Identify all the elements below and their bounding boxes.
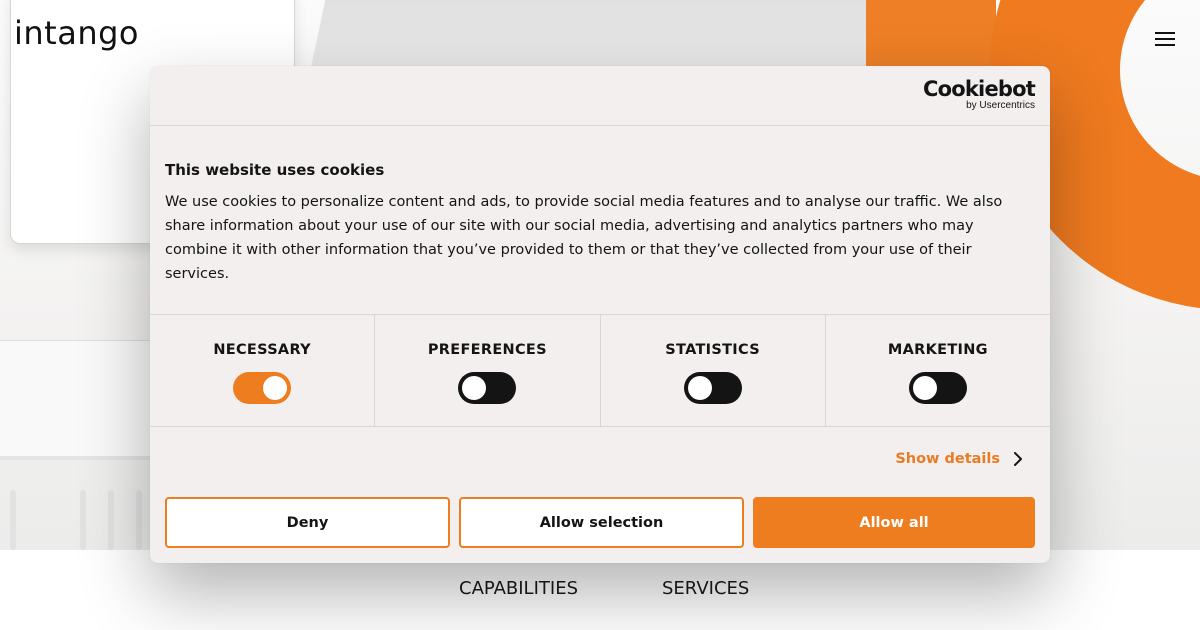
- show-details-label: Show details: [895, 451, 1000, 467]
- statistics-toggle[interactable]: [683, 372, 742, 404]
- consent-necessary: NECESSARY: [150, 315, 376, 426]
- dialog-buttons: Deny Allow selection Allow all: [165, 497, 1035, 548]
- details-row: Show details: [150, 427, 1050, 495]
- consent-categories: NECESSARY PREFERENCES STATISTICS MARKETI…: [150, 314, 1050, 427]
- necessary-toggle[interactable]: [233, 372, 292, 404]
- deny-button[interactable]: Deny: [165, 497, 450, 548]
- cookiebot-logo[interactable]: Cookiebot by Usercentrics: [923, 77, 1036, 111]
- preferences-toggle[interactable]: [458, 372, 517, 404]
- allow-selection-button[interactable]: Allow selection: [459, 497, 744, 548]
- consent-label: STATISTICS: [665, 342, 760, 358]
- consent-label: PREFERENCES: [427, 342, 547, 358]
- marketing-toggle[interactable]: [908, 372, 967, 404]
- hamburger-icon[interactable]: [1155, 32, 1175, 48]
- consent-label: MARKETING: [887, 342, 988, 358]
- dialog-header: Cookiebot by Usercentrics: [150, 66, 1050, 126]
- dialog-title: This website uses cookies: [165, 161, 385, 179]
- brand-subtitle: by Usercentrics: [966, 100, 1035, 111]
- consent-marketing: MARKETING: [826, 315, 1050, 426]
- pin: [80, 490, 86, 550]
- consent-preferences: PREFERENCES: [375, 315, 601, 426]
- hero-decor-orange: [866, 0, 996, 70]
- site-logo[interactable]: intango: [14, 14, 139, 52]
- dialog-description: We use cookies to personalize content an…: [165, 194, 1003, 282]
- pin: [10, 490, 16, 550]
- brand-name: Cookiebot: [923, 77, 1036, 101]
- consent-label: NECESSARY: [213, 342, 311, 358]
- cookie-consent-dialog: Cookiebot by Usercentrics This website u…: [150, 66, 1050, 563]
- nav-link-capabilities[interactable]: CAPABILITIES: [459, 578, 578, 599]
- allow-all-button[interactable]: Allow all: [753, 497, 1035, 548]
- dialog-body: This website uses cookies We use cookies…: [150, 126, 1050, 314]
- show-details-link[interactable]: Show details: [895, 451, 1024, 467]
- pin: [108, 490, 114, 550]
- pin: [136, 490, 142, 550]
- consent-statistics: STATISTICS: [601, 315, 826, 426]
- chevron-right-icon: [1014, 452, 1022, 466]
- nav-link-services[interactable]: SERVICES: [662, 578, 749, 599]
